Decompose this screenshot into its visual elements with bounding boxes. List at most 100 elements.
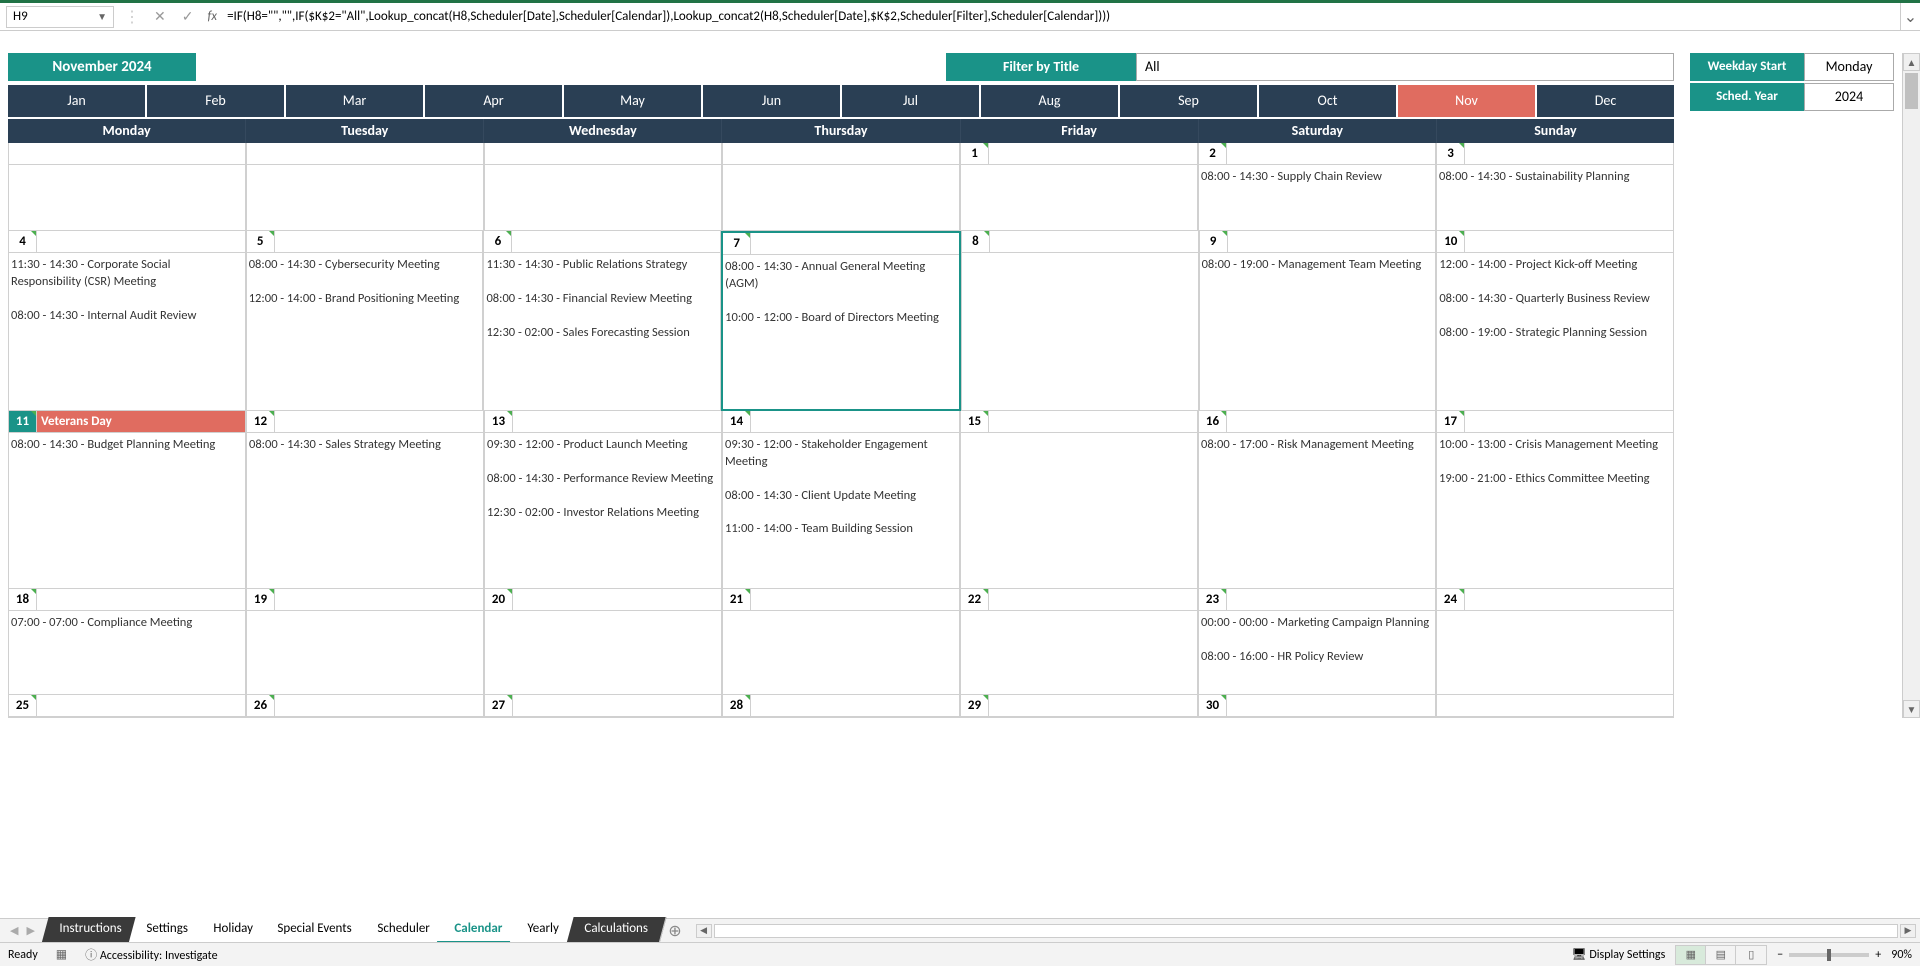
day-cell[interactable]: 15: [960, 411, 1198, 589]
day-label: [751, 589, 959, 610]
month-btn-mar[interactable]: Mar: [286, 85, 425, 117]
day-label: [513, 589, 721, 610]
sheet-tab-calendar[interactable]: Calendar: [437, 917, 521, 944]
day-cell[interactable]: [8, 143, 246, 231]
day-cell[interactable]: [1436, 695, 1674, 718]
view-page-break-button[interactable]: ▯: [1736, 946, 1766, 964]
day-cell[interactable]: 1012:00 - 14:00 - Project Kick-off Meeti…: [1436, 231, 1674, 411]
day-number: 5: [247, 231, 275, 252]
sheet-tab-scheduler[interactable]: Scheduler: [359, 917, 448, 944]
month-btn-dec[interactable]: Dec: [1537, 85, 1674, 117]
day-events: [961, 611, 1197, 619]
hscroll-track[interactable]: [714, 924, 1898, 938]
day-cell[interactable]: 611:30 - 14:30 - Public Relations Strate…: [483, 231, 721, 411]
formula-bar: H9 ▼ ⋮ ✕ ✓ fx ⌄: [0, 3, 1920, 31]
formula-cancel-icon[interactable]: ✕: [146, 8, 174, 25]
day-cell[interactable]: 8: [961, 231, 1199, 411]
day-cell[interactable]: 1608:00 - 17:00 - Risk Management Meetin…: [1198, 411, 1436, 589]
day-cell[interactable]: 25: [8, 695, 246, 718]
filter-by-title-value[interactable]: All: [1136, 53, 1674, 81]
day-cell[interactable]: 308:00 - 14:30 - Sustainability Planning: [1436, 143, 1674, 231]
day-cell[interactable]: 1: [960, 143, 1198, 231]
day-number: 9: [1200, 231, 1228, 252]
day-cell[interactable]: [484, 143, 722, 231]
zoom-percent[interactable]: 90%: [1891, 948, 1912, 962]
view-page-layout-button[interactable]: ▤: [1706, 946, 1736, 964]
day-cell[interactable]: 28: [722, 695, 960, 718]
month-btn-jul[interactable]: Jul: [842, 85, 981, 117]
zoom-slider[interactable]: − +: [1777, 948, 1881, 962]
day-cell[interactable]: 411:30 - 14:30 - Corporate Social Respon…: [8, 231, 246, 411]
weekday-start-value[interactable]: Monday: [1804, 53, 1894, 81]
formula-confirm-icon[interactable]: ✓: [174, 8, 202, 25]
day-cell[interactable]: 1710:00 - 13:00 - Crisis Management Meet…: [1436, 411, 1674, 589]
formula-expand-icon[interactable]: ⌄: [1900, 3, 1920, 30]
day-header: Monday: [8, 119, 246, 143]
day-cell[interactable]: 1807:00 - 07:00 - Compliance Meeting: [8, 589, 246, 695]
view-normal-button[interactable]: ▦: [1676, 946, 1706, 964]
day-events: 08:00 - 14:30 - Cybersecurity Meeting 12…: [247, 253, 483, 312]
month-btn-jan[interactable]: Jan: [8, 85, 147, 117]
day-cell[interactable]: 26: [246, 695, 484, 718]
formula-input[interactable]: [223, 3, 1900, 30]
hscroll-left-icon[interactable]: ◀: [696, 924, 712, 938]
month-btn-feb[interactable]: Feb: [147, 85, 286, 117]
month-btn-jun[interactable]: Jun: [703, 85, 842, 117]
day-label: [989, 143, 1197, 164]
day-cell[interactable]: 29: [960, 695, 1198, 718]
sheet-tab-instructions[interactable]: Instructions: [41, 917, 140, 944]
fx-icon[interactable]: fx: [201, 9, 223, 24]
day-cell[interactable]: 11Veterans Day08:00 - 14:30 - Budget Pla…: [8, 411, 246, 589]
day-cell[interactable]: 508:00 - 14:30 - Cybersecurity Meeting 1…: [246, 231, 484, 411]
horizontal-scrollbar[interactable]: ◀ ▶: [692, 924, 1920, 938]
day-label: [1465, 411, 1673, 432]
month-btn-aug[interactable]: Aug: [981, 85, 1120, 117]
scroll-thumb[interactable]: [1905, 73, 1918, 109]
name-box[interactable]: H9 ▼: [6, 6, 114, 28]
macro-record-icon[interactable]: ▦: [56, 947, 67, 962]
tab-nav-prev-icon[interactable]: ◀: [6, 924, 22, 937]
day-label: [751, 411, 959, 432]
vertical-scrollbar[interactable]: ▲ ▼: [1902, 53, 1920, 718]
name-box-dropdown-icon[interactable]: ▼: [97, 10, 107, 23]
day-cell[interactable]: 1208:00 - 14:30 - Sales Strategy Meeting: [246, 411, 484, 589]
month-btn-may[interactable]: May: [564, 85, 703, 117]
month-btn-nov[interactable]: Nov: [1398, 85, 1537, 117]
day-cell[interactable]: 1409:30 - 12:00 - Stakeholder Engagement…: [722, 411, 960, 589]
scroll-down-icon[interactable]: ▼: [1903, 700, 1920, 718]
day-cell[interactable]: 208:00 - 14:30 - Supply Chain Review: [1198, 143, 1436, 231]
day-label: [1227, 589, 1435, 610]
day-label: [513, 143, 721, 164]
day-number: 22: [961, 589, 989, 610]
month-btn-apr[interactable]: Apr: [425, 85, 564, 117]
zoom-out-button[interactable]: −: [1777, 948, 1783, 962]
scroll-up-icon[interactable]: ▲: [1903, 53, 1920, 71]
day-cell[interactable]: 30: [1198, 695, 1436, 718]
day-cell[interactable]: 24: [1436, 589, 1674, 695]
sched-year-value[interactable]: 2024: [1804, 83, 1894, 111]
day-cell[interactable]: 19: [246, 589, 484, 695]
day-events: 08:00 - 19:00 - Management Team Meeting: [1200, 253, 1436, 278]
display-settings-button[interactable]: 🖥 Display Settings: [1571, 947, 1665, 962]
accessibility-status[interactable]: ⓘ Accessibility: Investigate: [85, 946, 217, 963]
day-cell[interactable]: 908:00 - 19:00 - Management Team Meeting: [1199, 231, 1437, 411]
tab-nav-next-icon[interactable]: ▶: [22, 924, 38, 937]
day-cell[interactable]: [246, 143, 484, 231]
tab-nav-arrows[interactable]: ◀ ▶: [0, 924, 45, 937]
sheet-tab-calculations[interactable]: Calculations: [566, 917, 666, 944]
day-cell[interactable]: [722, 143, 960, 231]
day-cell[interactable]: 27: [484, 695, 722, 718]
day-cell[interactable]: 1309:30 - 12:00 - Product Launch Meeting…: [484, 411, 722, 589]
zoom-in-button[interactable]: +: [1875, 948, 1881, 962]
sheet-tab-settings[interactable]: Settings: [129, 917, 207, 944]
day-cell[interactable]: 21: [722, 589, 960, 695]
sheet-tab-special-events[interactable]: Special Events: [260, 917, 371, 944]
day-cell[interactable]: 22: [960, 589, 1198, 695]
day-cell[interactable]: 708:00 - 14:30 - Annual General Meeting …: [721, 231, 961, 411]
day-label: [1465, 143, 1673, 164]
day-cell[interactable]: 2300:00 - 00:00 - Marketing Campaign Pla…: [1198, 589, 1436, 695]
month-btn-sep[interactable]: Sep: [1120, 85, 1259, 117]
month-btn-oct[interactable]: Oct: [1259, 85, 1398, 117]
hscroll-right-icon[interactable]: ▶: [1900, 924, 1916, 938]
day-cell[interactable]: 20: [484, 589, 722, 695]
